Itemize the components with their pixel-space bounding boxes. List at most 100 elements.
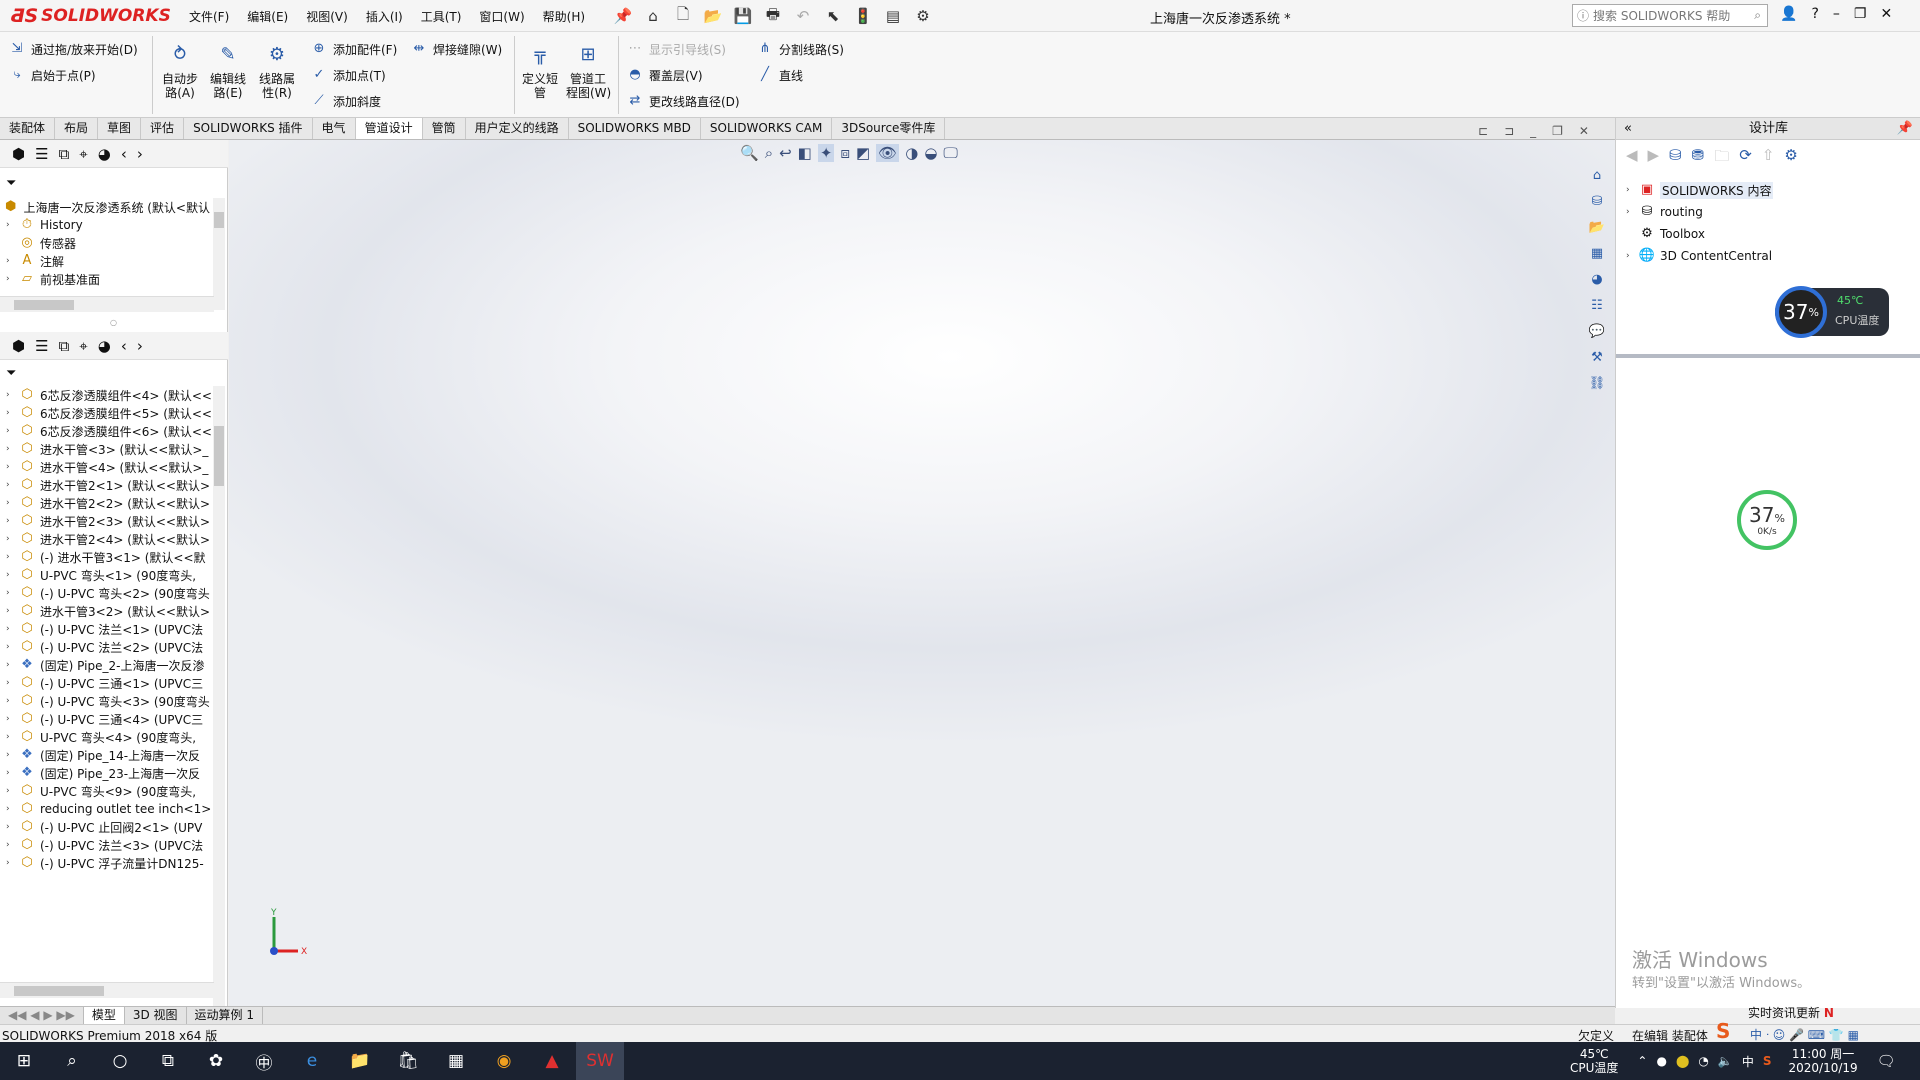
expand-arrow-icon[interactable]: ›: [6, 822, 18, 832]
print-icon[interactable]: 🖶: [762, 5, 784, 27]
expand-arrow-icon[interactable]: ›: [6, 408, 18, 418]
pin-icon[interactable]: 📌: [612, 5, 634, 27]
baidu-icon[interactable]: ㊥: [240, 1042, 288, 1080]
undo-icon[interactable]: ↶: [792, 5, 814, 27]
appearances-icon[interactable]: ◕: [1585, 272, 1609, 292]
edit-appearance-icon[interactable]: ◑: [905, 144, 918, 162]
tree-node[interactable]: › ▱ 前视基准面: [6, 270, 214, 288]
component-tree-item[interactable]: › ⬡ 6芯反渗透膜组件<5> (默认<<: [6, 404, 214, 422]
add-slope-button[interactable]: ⟋ 添加斜度: [310, 92, 381, 110]
forward-icon[interactable]: ▶: [1648, 146, 1660, 171]
collapse-pane-icon[interactable]: «: [1624, 118, 1632, 140]
expand-arrow-icon[interactable]: ›: [1626, 207, 1638, 217]
expand-arrow-icon[interactable]: ›: [6, 804, 18, 814]
tab-3d-view[interactable]: 3D 视图: [125, 1007, 187, 1024]
view-settings-icon[interactable]: 🖵: [943, 144, 957, 162]
dimxpert-icon[interactable]: ⌖: [79, 145, 87, 163]
scrollbar-components[interactable]: [213, 386, 225, 1080]
sogou-ime-icon[interactable]: S: [1716, 1019, 1730, 1043]
add-to-library-icon[interactable]: ⛁: [1669, 146, 1682, 171]
component-tree-item[interactable]: › ⬡ 进水干管<4> (默认<<默认>_: [6, 458, 214, 476]
expand-arrow-icon[interactable]: ›: [6, 444, 18, 454]
calculator-icon[interactable]: ▦: [432, 1042, 480, 1080]
weld-gap-button[interactable]: ⇹ 焊接缝隙(W): [410, 40, 503, 58]
tab-motion-study[interactable]: 运动算例 1: [187, 1007, 263, 1024]
display-manager-icon[interactable]: ◕: [98, 145, 111, 163]
open-icon[interactable]: 📂: [702, 5, 724, 27]
property-manager-icon[interactable]: ☰: [35, 145, 48, 163]
cortana-icon[interactable]: ○: [96, 1042, 144, 1080]
scrollbar-top[interactable]: [213, 198, 225, 310]
menu-help[interactable]: 帮助(H): [534, 8, 594, 26]
custom-properties-icon[interactable]: ☷: [1585, 298, 1609, 318]
lib-item-solidworks-content[interactable]: › ▣ SOLIDWORKS 内容: [1626, 180, 1774, 200]
configuration-icon[interactable]: ⧉: [59, 337, 70, 355]
expand-arrow-icon[interactable]: ›: [6, 642, 18, 652]
component-tree-item[interactable]: › ⬡ (-) U-PVC 法兰<3> (UPVC法: [6, 836, 214, 854]
lib-item-3d-contentcentral[interactable]: › 🌐 3D ContentCentral: [1626, 246, 1772, 266]
expand-arrow-icon[interactable]: ›: [1626, 185, 1638, 195]
view-orientation-icon[interactable]: ⧈: [840, 144, 850, 162]
solidworks-taskbar-icon[interactable]: SW: [576, 1042, 624, 1080]
component-tree-item[interactable]: › ⬡ (-) U-PVC 法兰<1> (UPVC法: [6, 620, 214, 638]
tab-sketch[interactable]: 草图: [98, 118, 142, 139]
expand-arrow-icon[interactable]: ›: [6, 516, 18, 526]
store-icon[interactable]: 🛍: [384, 1042, 432, 1080]
file-explorer-icon[interactable]: 📁: [336, 1042, 384, 1080]
filter-icon[interactable]: ⏷: [6, 176, 16, 191]
chevron-left-icon[interactable]: ‹: [121, 337, 127, 355]
component-tree-item[interactable]: › ⬡ U-PVC 弯头<9> (90度弯头,: [6, 782, 214, 800]
component-tree-item[interactable]: › ⬡ (-) U-PVC 止回阀2<1> (UPV: [6, 818, 214, 836]
expand-arrow-icon[interactable]: ›: [6, 588, 18, 598]
expand-arrow-icon[interactable]: ›: [6, 678, 18, 688]
create-folder-icon[interactable]: 🗀: [1714, 146, 1729, 171]
tile-right-icon[interactable]: ⊐: [1504, 124, 1514, 138]
pin-icon[interactable]: 📌: [1897, 118, 1913, 140]
h-scrollbar-components[interactable]: [0, 982, 214, 998]
property-manager-icon[interactable]: ☰: [35, 337, 48, 355]
display-manager-icon[interactable]: ◕: [98, 337, 111, 355]
chrome-icon[interactable]: ◉: [480, 1042, 528, 1080]
close-doc-icon[interactable]: ✕: [1579, 124, 1589, 138]
search-icon[interactable]: ⌕: [48, 1042, 96, 1080]
tab-layout[interactable]: 布局: [55, 118, 99, 139]
add-point-button[interactable]: ✓ 添加点(T): [310, 66, 386, 84]
expand-arrow-icon[interactable]: ›: [6, 498, 18, 508]
clock[interactable]: 11:00 周一 2020/10/19: [1789, 1047, 1858, 1075]
sogou-tray-icon[interactable]: S: [1763, 1054, 1772, 1068]
expand-arrow-icon[interactable]: ›: [6, 858, 18, 868]
filter-icon[interactable]: ⏷: [6, 366, 16, 381]
display-style-icon[interactable]: ◩: [856, 144, 870, 162]
tree-node[interactable]: › ⏱ History: [6, 216, 214, 234]
tree-node[interactable]: › A 注解: [6, 252, 214, 270]
expand-arrow-icon[interactable]: ›: [6, 552, 18, 562]
expand-arrow-icon[interactable]: ›: [6, 732, 18, 742]
zoom-area-icon[interactable]: ⌕: [765, 144, 773, 162]
expand-arrow-icon[interactable]: ›: [6, 624, 18, 634]
component-tree-item[interactable]: › ⬡ (-) U-PVC 法兰<2> (UPVC法: [6, 638, 214, 656]
expand-arrow-icon[interactable]: ›: [6, 606, 18, 616]
menu-insert[interactable]: 插入(I): [357, 8, 412, 26]
pipe-library-icon[interactable]: ⛓: [1585, 376, 1609, 396]
lib-item-routing[interactable]: › ⛁ routing: [1626, 202, 1703, 222]
refresh-icon[interactable]: ⟳: [1739, 146, 1752, 171]
component-tree-item[interactable]: › ⬡ (-) U-PVC 三通<1> (UPVC三: [6, 674, 214, 692]
expand-arrow-icon[interactable]: ›: [6, 714, 18, 724]
tree-node[interactable]: ◎ 传感器: [6, 234, 214, 252]
hide-show-icon[interactable]: 👁: [876, 144, 900, 162]
component-tree-item[interactable]: › ⬡ (-) U-PVC 弯头<2> (90度弯头: [6, 584, 214, 602]
tree-node[interactable]: ⬢ 上海唐一次反渗透系统 (默认<默认: [2, 198, 210, 216]
dimxpert-icon[interactable]: ⌖: [79, 337, 87, 355]
chevron-left-icon[interactable]: ‹: [121, 145, 127, 163]
help-search-input[interactable]: ⓘ 搜索 SOLIDWORKS 帮助 ⌕: [1572, 4, 1768, 27]
cover-layer-button[interactable]: ◓ 覆盖层(V): [626, 66, 702, 84]
shield-icon[interactable]: ⬤: [1676, 1054, 1689, 1068]
expand-arrow-icon[interactable]: ›: [6, 426, 18, 436]
menu-view[interactable]: 视图(V): [297, 8, 357, 26]
expand-arrow-icon[interactable]: ›: [6, 768, 18, 778]
ime-toolbar-icons[interactable]: 中 ᐧ ☺ 🎤 ⌨ 👕 ▦: [1750, 1026, 1859, 1043]
back-icon[interactable]: ◀: [1626, 146, 1638, 171]
expand-arrow-icon[interactable]: ›: [6, 840, 18, 850]
tab-model[interactable]: 模型: [83, 1007, 125, 1024]
autocad-icon[interactable]: ▲: [528, 1042, 576, 1080]
